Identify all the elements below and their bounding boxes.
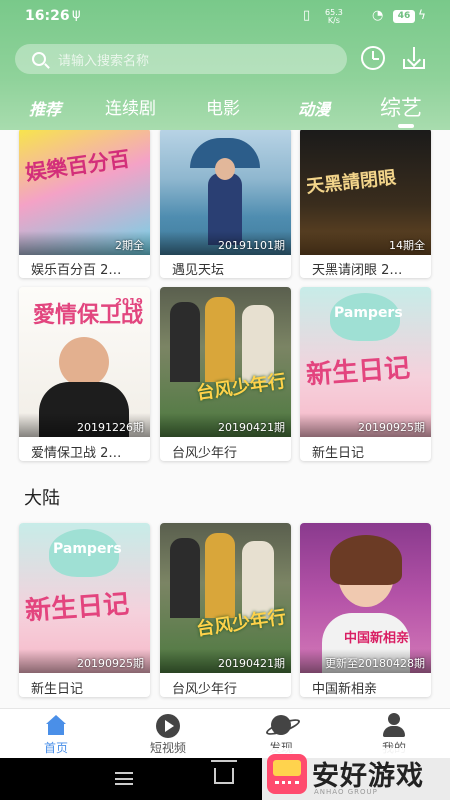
gamepad-icon <box>267 754 307 794</box>
video-title: 新生日记 <box>312 446 365 461</box>
tab-series[interactable]: 连续剧 <box>105 94 156 119</box>
tab-variety[interactable]: 综艺 <box>380 92 422 122</box>
video-card[interactable]: 天黑請閉眼 14期全 天黑请闭眼 2… <box>300 130 431 278</box>
search-placeholder: 请输入搜索名称 <box>58 53 150 69</box>
video-card[interactable]: 台风少年行 20190421期 台风少年行 <box>160 523 291 697</box>
poster: 愛情保卫战 2019 20191226期 <box>19 287 150 437</box>
play-icon <box>156 714 180 738</box>
user-icon <box>382 713 406 737</box>
video-card[interactable]: 20191101期 遇见天坛 <box>160 130 291 278</box>
status-bar: 16:26 ψ ▯ 65.3 K/s ◔ 46 ϟ <box>0 0 450 34</box>
episode-badge: 20190925期 <box>358 421 425 434</box>
poster-art: 娱樂百分百 <box>23 146 132 186</box>
video-title: 中国新相亲 <box>312 682 378 697</box>
brand-logo: Pampers <box>334 305 403 321</box>
poster-art: 新生日记 <box>305 353 412 391</box>
episode-badge: 14期全 <box>389 239 425 252</box>
tab-indicator <box>398 124 414 128</box>
category-tabs: 推荐 连续剧 电影 动漫 综艺 <box>0 86 450 128</box>
nav-label: 首页 <box>43 741 68 755</box>
video-card[interactable]: Pampers 新生日记 20190925期 新生日记 <box>300 287 431 461</box>
search-icon <box>32 52 46 66</box>
content-area[interactable]: 娱樂百分百 2期全 娱乐百分百 2… 20191101期 遇见天坛 天黑請閉眼 … <box>0 130 450 708</box>
history-icon[interactable] <box>361 46 385 70</box>
video-title: 遇见天坛 <box>172 263 225 278</box>
poster-art: 中国新相亲 <box>344 631 410 646</box>
poster: 台风少年行 20190421期 <box>160 523 291 673</box>
vibrate-icon: ▯ <box>303 8 311 23</box>
video-card[interactable]: Pampers 新生日记 20190925期 新生日记 <box>19 523 150 697</box>
nav-home[interactable]: 首页 <box>16 709 96 759</box>
video-card[interactable]: 台风少年行 20190421期 台风少年行 <box>160 287 291 461</box>
poster-art: 新生日记 <box>24 589 131 627</box>
episode-badge: 更新至20180428期 <box>325 657 425 670</box>
video-card[interactable]: 愛情保卫战 2019 20191226期 爱情保卫战 2… <box>19 287 150 461</box>
home-icon <box>44 715 68 735</box>
episode-badge: 20191101期 <box>218 239 285 252</box>
battery-level: 46 <box>393 10 415 23</box>
video-title: 新生日记 <box>31 682 84 697</box>
planet-icon <box>271 715 291 735</box>
poster: 台风少年行 20190421期 <box>160 287 291 437</box>
video-card[interactable]: 娱樂百分百 2期全 娱乐百分百 2… <box>19 130 150 278</box>
episode-badge: 20190421期 <box>218 421 285 434</box>
video-card[interactable]: 中国新相亲 更新至20180428期 中国新相亲 <box>300 523 431 697</box>
net-speed: 65.3 K/s <box>325 8 343 25</box>
system-home-icon[interactable] <box>214 768 234 784</box>
episode-badge: 20190925期 <box>77 657 144 670</box>
brand-logo: Pampers <box>53 541 122 557</box>
poster-art: 天黑請閉眼 <box>305 167 398 198</box>
poster: Pampers 新生日记 20190925期 <box>300 287 431 437</box>
tab-recommend[interactable]: 推荐 <box>29 96 61 120</box>
download-icon[interactable] <box>401 45 427 71</box>
video-title: 娱乐百分百 2… <box>31 263 122 278</box>
tab-movie[interactable]: 电影 <box>206 94 240 119</box>
watermark-subtext: ANHAO GROUP <box>314 788 378 796</box>
poster: 娱樂百分百 2期全 <box>19 130 150 255</box>
video-title: 爱情保卫战 2… <box>31 446 122 461</box>
wifi-icon: ◔ <box>372 8 384 23</box>
nav-short-video[interactable]: 短视频 <box>128 709 208 759</box>
video-title: 天黑请闭眼 2… <box>312 263 403 278</box>
tab-anime[interactable]: 动漫 <box>298 96 330 120</box>
menu-icon[interactable] <box>115 772 133 785</box>
charging-icon: ϟ <box>418 8 426 22</box>
poster: 中国新相亲 更新至20180428期 <box>300 523 431 673</box>
video-title: 台风少年行 <box>172 682 238 697</box>
status-time: 16:26 <box>25 8 70 24</box>
video-title: 台风少年行 <box>172 446 238 461</box>
poster: 20191101期 <box>160 130 291 255</box>
usb-icon: ψ <box>72 7 81 22</box>
poster: 天黑請閉眼 14期全 <box>300 130 431 255</box>
episode-badge: 20190421期 <box>218 657 285 670</box>
episode-badge: 20191226期 <box>77 421 144 434</box>
poster: Pampers 新生日记 20190925期 <box>19 523 150 673</box>
header-bar: 16:26 ψ ▯ 65.3 K/s ◔ 46 ϟ 请输入搜索名称 推荐 连续剧 … <box>0 0 450 130</box>
episode-badge: 2期全 <box>115 239 144 252</box>
search-input[interactable]: 请输入搜索名称 <box>15 44 347 74</box>
section-title: 大陆 <box>24 488 60 509</box>
nav-label: 短视频 <box>149 741 186 755</box>
watermark-logo: 安好游戏 ANHAO GROUP <box>262 748 450 800</box>
